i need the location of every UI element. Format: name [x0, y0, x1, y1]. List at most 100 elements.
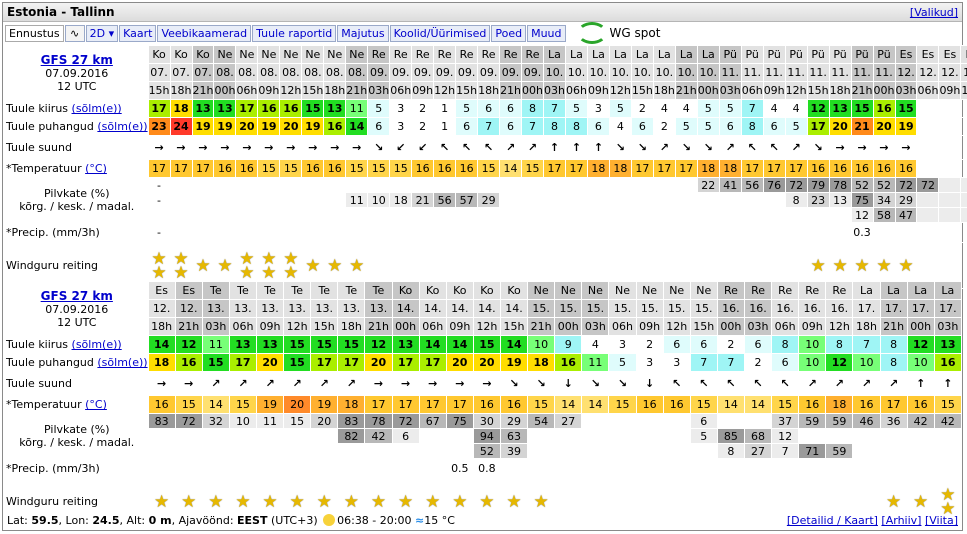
tab-wind-reports[interactable]: Tuule raportid	[252, 24, 337, 42]
wind-speed-row-cell: 5	[455, 99, 479, 118]
precip-row-cell	[455, 222, 479, 243]
header-cell: 06h	[916, 81, 940, 100]
wind-speed-row-cell: 15	[283, 335, 312, 354]
wind-direction-arrow-icon: ↗	[521, 135, 544, 160]
temperature-row-cell: 15	[389, 159, 413, 178]
model-link[interactable]: GFS 27 km	[41, 289, 113, 303]
temperature-row-cell: 16	[798, 395, 827, 414]
wind-speed-row-cell: 2	[716, 335, 745, 354]
header-cell: Ne	[345, 45, 369, 64]
tab-schools[interactable]: Koolid/Üürimised	[389, 24, 491, 42]
temperature-row-cell: 17	[740, 159, 764, 178]
precip-row-cell	[743, 458, 773, 479]
temperature-row-cell: 14	[716, 395, 745, 414]
header-cell: Re	[716, 281, 745, 300]
header-cell: 06h	[418, 317, 447, 336]
wind-speed-row-unit-link[interactable]: (sõlm(e))	[72, 338, 122, 351]
cloud-cell	[718, 207, 742, 223]
wind-gust-row-cell	[938, 117, 962, 136]
rating-star-icon: ★	[217, 255, 233, 276]
cloud-cell	[564, 207, 588, 223]
run-date: 07.09.2016	[45, 302, 109, 316]
temperature-row-unit-link[interactable]: (°C)	[85, 398, 107, 411]
precip-row-cell: 0.3	[850, 222, 874, 243]
temperature-row-cell: 17	[674, 159, 698, 178]
cloud-cell	[916, 207, 940, 223]
rating-row-cell	[608, 478, 637, 525]
graph-icon[interactable]: ∿	[64, 24, 85, 42]
wind-gust-row-unit-link[interactable]: (sõlm(e))	[97, 356, 147, 369]
header-cell: 17.	[852, 299, 881, 318]
cloud-cell	[147, 443, 176, 459]
model-link[interactable]: GFS 27 km	[41, 53, 113, 67]
cloud-cell: 21	[411, 192, 435, 208]
header-cell: Ne	[235, 45, 259, 64]
precip-row-cell	[740, 222, 764, 243]
wind-speed-row-cell: 4	[674, 99, 698, 118]
wind-speed-row-cell: 2	[630, 99, 654, 118]
precip-row-cell	[433, 222, 457, 243]
header-cell: 15h	[310, 317, 339, 336]
wind-speed-row-cell: 13	[213, 99, 237, 118]
cloud-cell	[743, 413, 773, 429]
tab-more[interactable]: Muud	[527, 24, 566, 42]
temperature-row-cell: 17	[630, 159, 654, 178]
tab-shops[interactable]: Poed	[491, 24, 527, 42]
wg-logo-icon	[576, 22, 607, 44]
cloud-label: Pilvkate (%) kõrg. / kesk. / madal.	[3, 178, 148, 223]
header-cell: Es	[174, 281, 203, 300]
wind-speed-row-cell: 12	[174, 335, 203, 354]
header-cell: 09.	[499, 63, 523, 82]
tab-forecast[interactable]: Ennustus	[5, 24, 64, 42]
tab-2d[interactable]: 2D ▾	[85, 24, 119, 42]
cloud-cell	[762, 192, 786, 208]
wind-direction-arrow-icon: →	[391, 371, 420, 396]
wg-spot-button[interactable]: WG spot	[576, 22, 660, 44]
wind-direction-arrow-icon: ↖	[771, 371, 800, 396]
tab-accommodation[interactable]: Majutus	[337, 24, 389, 42]
cloud-cell	[798, 428, 827, 444]
cloud-cell	[521, 192, 544, 208]
wind-gust-row-cell: 10	[798, 353, 827, 372]
header-cell: 18h	[828, 81, 852, 100]
link-link[interactable]: [Viita]	[925, 514, 958, 527]
temperature-row-cell: 16	[806, 159, 830, 178]
cloud-cell	[806, 207, 830, 223]
cloud-cell	[345, 177, 369, 193]
precip-row: *Precip. (mm/3h) 0.5 0.8	[3, 458, 963, 479]
precip-row-cell	[933, 458, 963, 479]
temperature-row-cell: 17	[445, 395, 474, 414]
precip-row-cell	[255, 458, 285, 479]
options-link[interactable]: [Valikud]	[910, 6, 958, 19]
wind-speed-row-label: Tuule kiirus (sõlm(e))	[3, 100, 148, 118]
wind-direction-arrow-icon: →	[279, 135, 303, 160]
wind-speed-row-cell: 1	[433, 99, 457, 118]
header-cell: 08.	[213, 63, 237, 82]
wind-speed-row-cell: 11	[201, 335, 230, 354]
rating-star-icon: ★	[316, 491, 332, 512]
tab-map[interactable]: Kaart	[119, 24, 157, 42]
rating-row-label-text: Windguru reiting	[6, 259, 99, 272]
details-map-link[interactable]: [Detailid / Kaart]	[787, 514, 878, 527]
header-cell: 08.	[345, 63, 369, 82]
wind-speed-row-cell: 12	[906, 335, 935, 354]
wind-gust-row-cell: 7	[477, 117, 501, 136]
wind-speed-row: Tuule kiirus (sõlm(e)) 14 12 11 13 13 15 15 15 12…	[3, 335, 963, 354]
cloud-cell: 52	[850, 177, 874, 193]
forecast-table: GFS 27 km 07.09.2016 12 UTC Ko Ko Ko Ne Ne Ne Ne N…	[3, 45, 967, 289]
wind-direction-arrow-icon: ↘	[608, 371, 637, 396]
wind-direction-arrow-icon: ↖	[477, 135, 501, 160]
cloud-cell	[689, 443, 718, 459]
forecast-table: GFS 27 km 07.09.2016 12 UTC Es Es Te Te Te Te Te T…	[3, 281, 963, 525]
header-cell: 15.	[662, 299, 691, 318]
wind-speed-row-unit-link[interactable]: (sõlm(e))	[72, 102, 122, 115]
header-cell: 12.	[960, 63, 967, 82]
header-cell: La	[543, 45, 566, 64]
cloud-cell	[608, 192, 632, 208]
archive-link[interactable]: [Arhiiv]	[881, 514, 921, 527]
temperature-row-unit-link[interactable]: (°C)	[85, 162, 107, 175]
wind-gust-row-unit-link[interactable]: (sõlm(e))	[97, 120, 147, 133]
header-cell: 18h	[169, 81, 193, 100]
header-cell: Re	[825, 281, 854, 300]
tab-webcams[interactable]: Veebikaamerad	[157, 24, 252, 42]
